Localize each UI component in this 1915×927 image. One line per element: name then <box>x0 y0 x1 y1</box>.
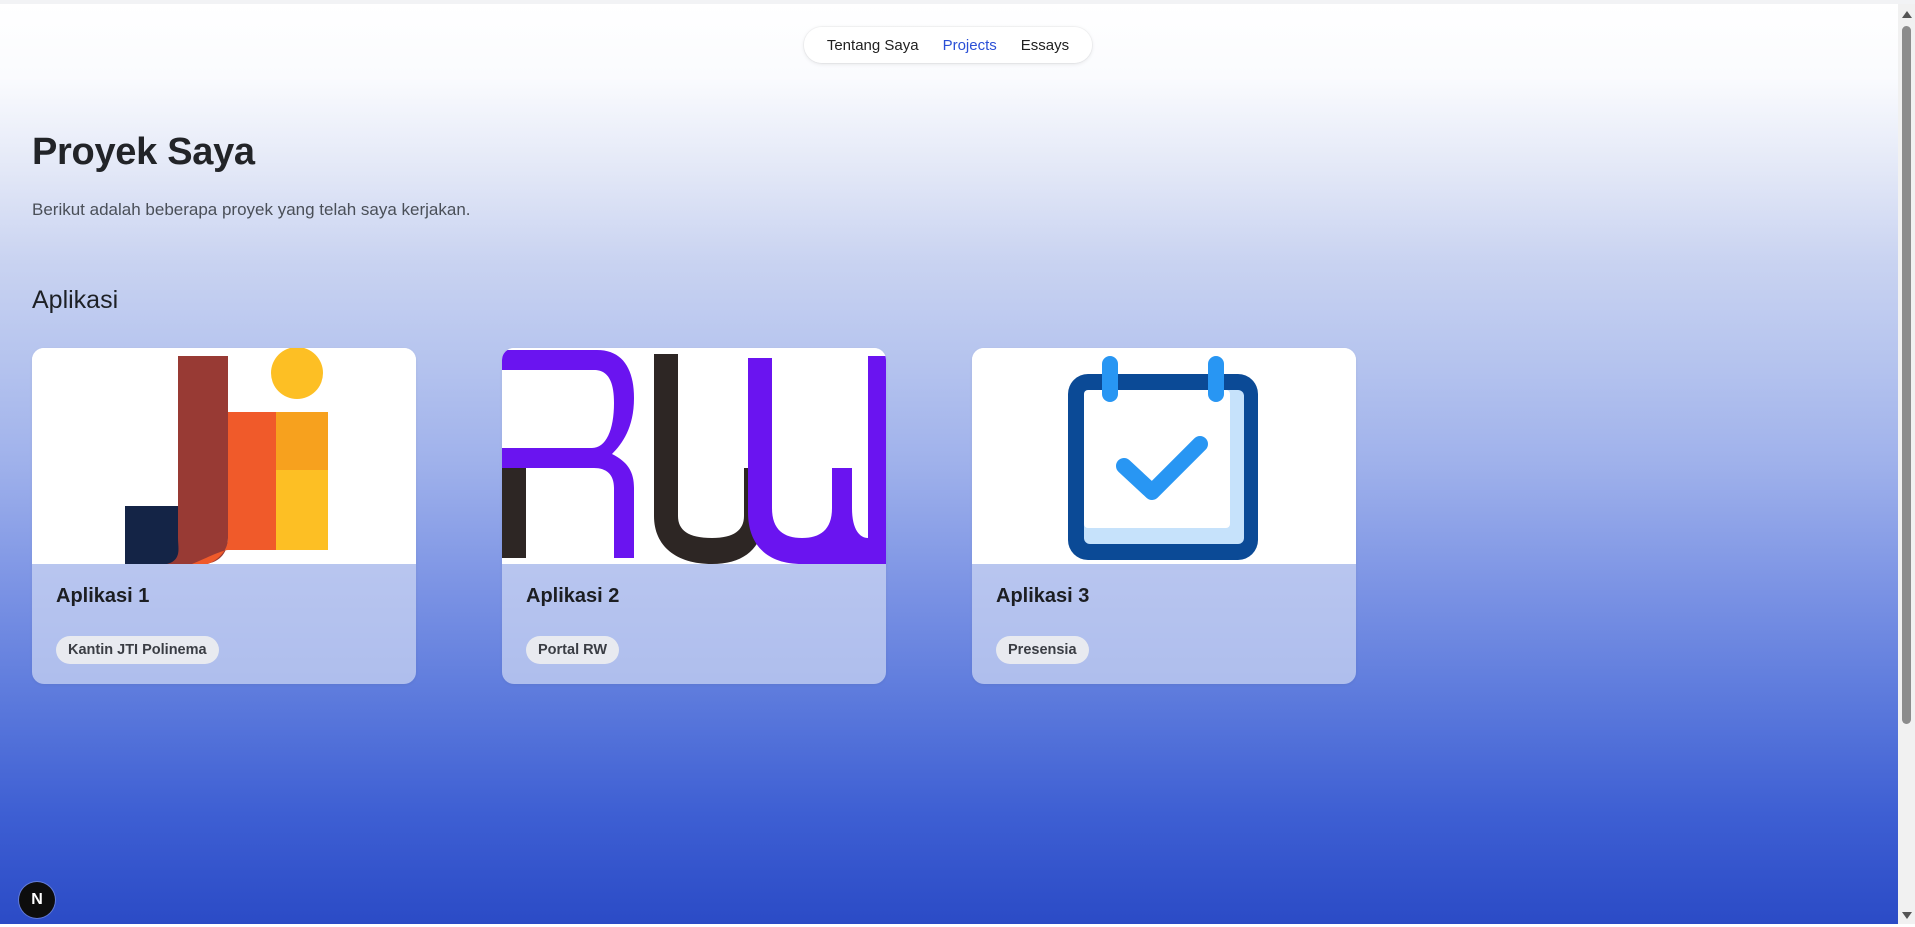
project-card-aplikasi-3[interactable]: Aplikasi 3 Presensia <box>972 348 1356 684</box>
page-subtitle: Berikut adalah beberapa proyek yang tela… <box>32 200 471 219</box>
project-tag: Presensia <box>996 636 1089 664</box>
project-thumbnail <box>502 348 886 564</box>
top-nav: Tentang Saya Projects Essays <box>804 27 1092 63</box>
project-tag: Portal RW <box>526 636 620 664</box>
project-card-title: Aplikasi 3 <box>996 585 1090 607</box>
project-card-title: Aplikasi 1 <box>56 585 150 607</box>
project-card-title: Aplikasi 2 <box>526 585 620 607</box>
rw-logo-icon <box>502 348 886 564</box>
page-title: Proyek Saya <box>32 131 255 173</box>
calendar-check-icon <box>972 348 1356 564</box>
scroll-down-arrow-icon[interactable] <box>1902 912 1912 919</box>
vertical-scrollbar[interactable] <box>1898 4 1915 924</box>
section-title-aplikasi: Aplikasi <box>32 286 119 314</box>
nav-link-essays[interactable]: Essays <box>1021 37 1069 54</box>
project-card-aplikasi-1[interactable]: Aplikasi 1 Kantin JTI Polinema <box>32 348 416 684</box>
project-thumbnail <box>972 348 1356 564</box>
nav-link-tentang-saya[interactable]: Tentang Saya <box>827 37 919 54</box>
scroll-up-arrow-icon[interactable] <box>1902 11 1912 18</box>
page-viewport: Tentang Saya Projects Essays Proyek Saya… <box>0 4 1898 924</box>
project-card-aplikasi-2[interactable]: Aplikasi 2 Portal RW <box>502 348 886 684</box>
project-tag: Kantin JTI Polinema <box>56 636 219 664</box>
project-card-list: Aplikasi 1 Kantin JTI Polinema Aplikasi … <box>32 348 1356 684</box>
jti-logo-icon <box>32 348 416 564</box>
nav-link-projects[interactable]: Projects <box>943 37 997 54</box>
dev-tools-badge[interactable]: N <box>19 882 55 918</box>
project-thumbnail <box>32 348 416 564</box>
scrollbar-thumb[interactable] <box>1902 26 1911 724</box>
